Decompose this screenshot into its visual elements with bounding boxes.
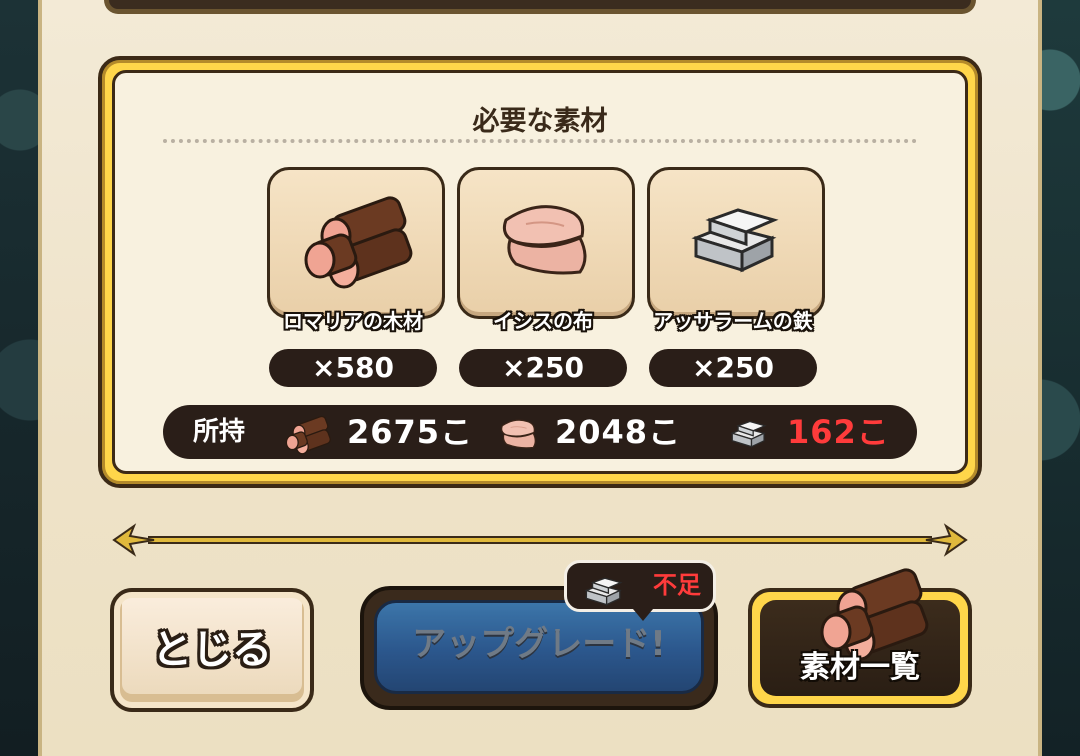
material-qty-cloth: ×250 [459,349,627,387]
owned-count-wood: 2675こ [347,413,474,451]
owned-count-iron: 162こ [787,413,890,451]
material-name-iron: アッサラームの鉄 [653,309,813,333]
close-button-label: とじる [152,627,272,673]
required-materials-panel: 必要な素材 ロマリアの木材 ×580 イシスの布 ×250 アッサラームの鉄 ×… [98,56,982,488]
wood-logs-icon [285,414,333,455]
close-button[interactable]: とじる [110,588,314,712]
owned-materials-bar: 所持 2675こ 2048こ 162こ [163,405,917,459]
iron-ingot-icon [694,208,776,272]
owned-label: 所持 [193,417,246,447]
shortage-text: 不足 [653,571,701,599]
material-qty-wood: ×580 [269,349,437,387]
material-qty-iron: ×250 [649,349,817,387]
material-name-wood: ロマリアの木材 [283,309,423,333]
material-card-wood[interactable] [267,167,445,319]
dotted-divider [163,139,917,143]
material-list-label: 素材一覧 [800,650,920,685]
cloth-icon [502,205,587,275]
upgrade-button-label: アップグレード! [412,624,666,664]
shortage-badge: 不足 [564,560,716,621]
panel-title: 必要な素材 [472,106,608,137]
material-list-button[interactable]: 素材一覧 [748,565,972,708]
badge-tail [633,609,653,621]
owned-count-cloth: 2048こ [555,413,682,451]
material-card-cloth[interactable] [457,167,635,319]
top-info-box [104,0,976,14]
materials-panel-inner: 必要な素材 ロマリアの木材 ×580 イシスの布 ×250 アッサラームの鉄 ×… [112,70,968,474]
material-name-cloth: イシスの布 [493,309,593,333]
iron-ingot-icon [585,577,622,606]
iron-ingot-icon [731,420,766,448]
wood-logs-icon [304,193,416,289]
cloth-icon [500,419,536,449]
material-card-iron[interactable] [647,167,825,319]
